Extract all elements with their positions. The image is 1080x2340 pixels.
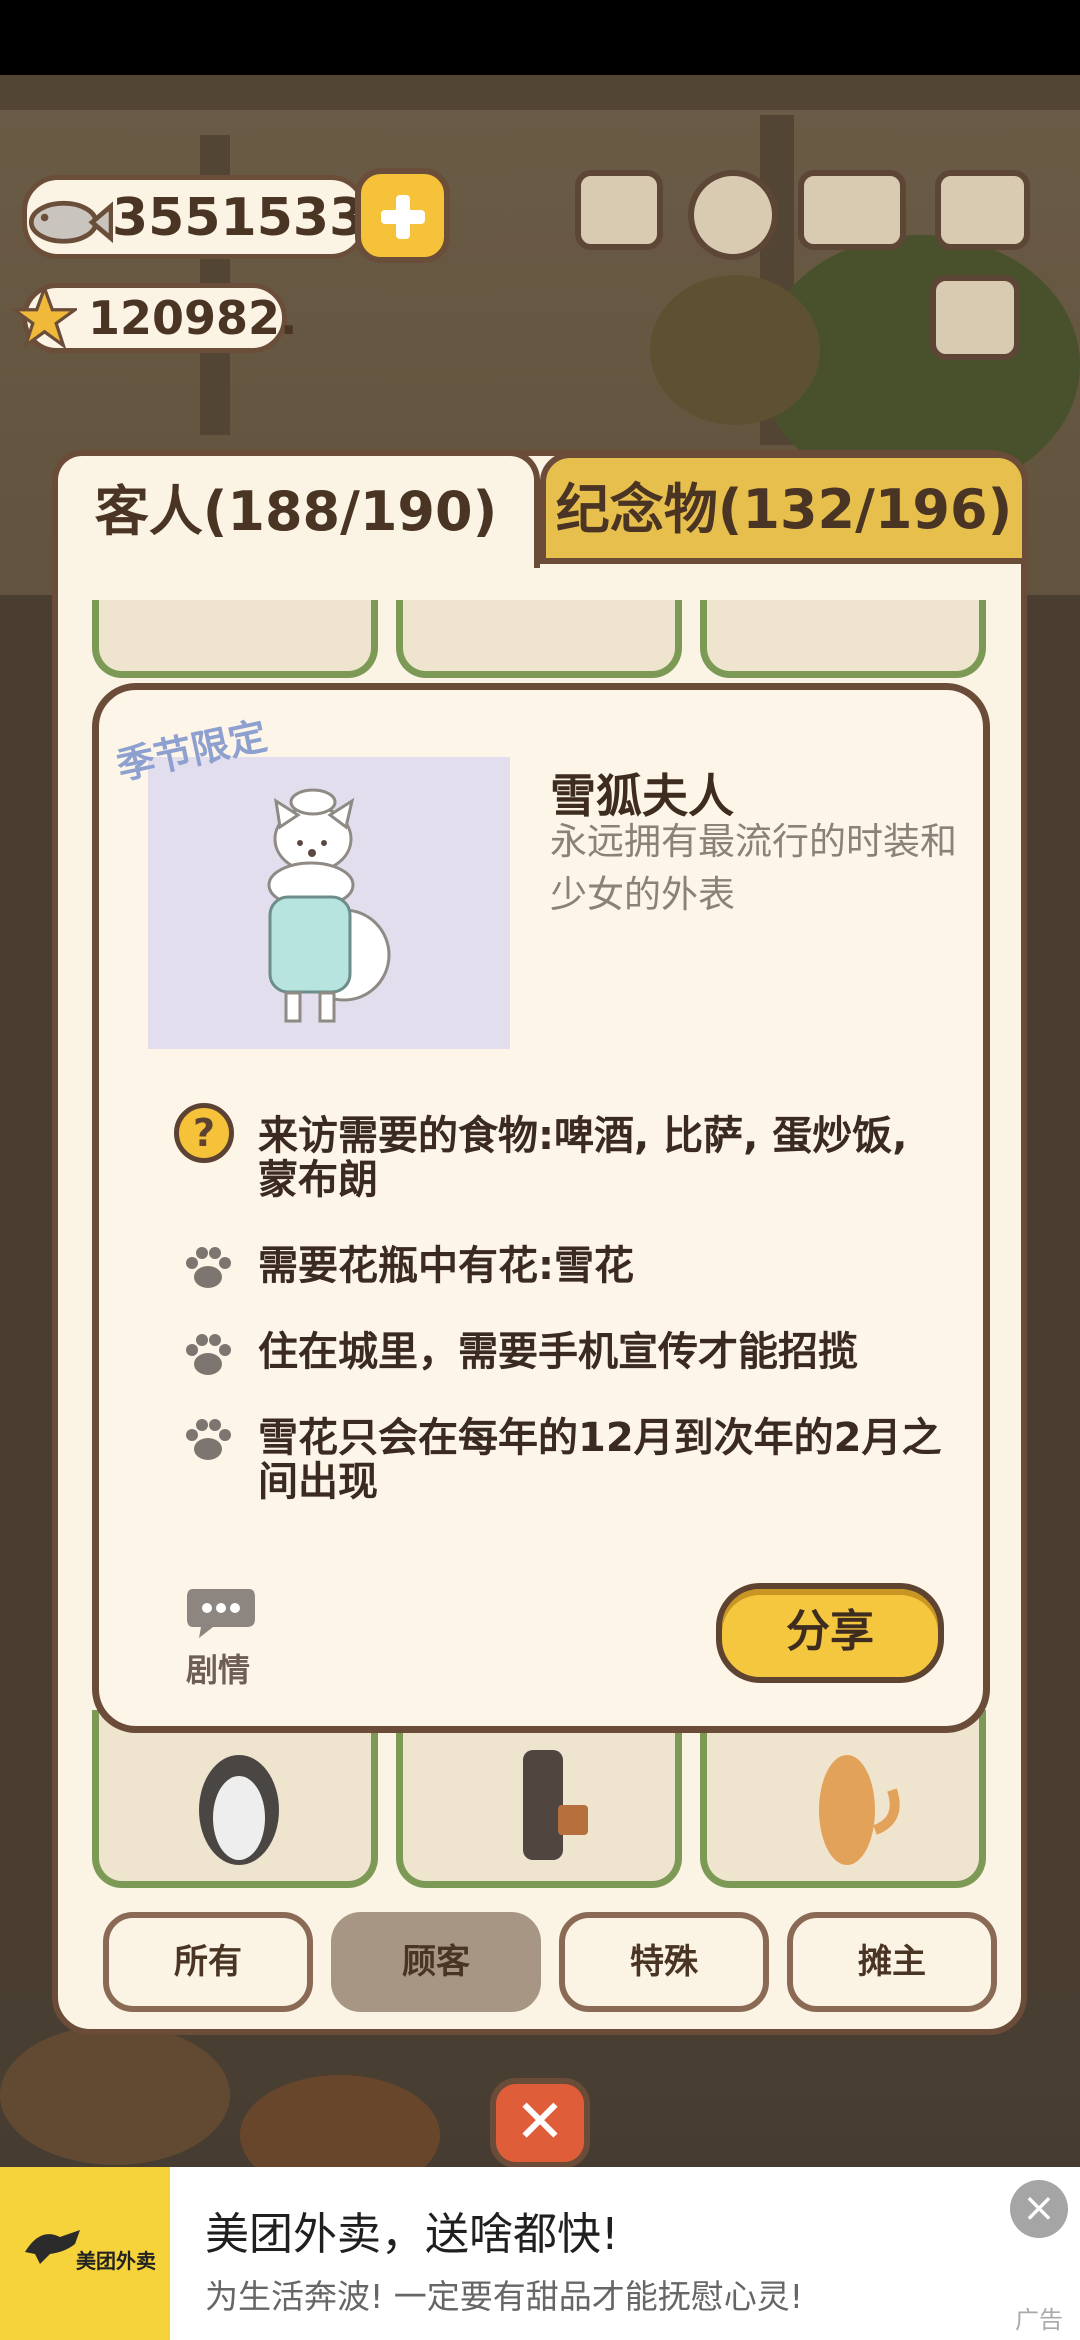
story-label[interactable]: 剧情 <box>186 1645 250 1691</box>
requirement-flower: 需要花瓶中有花:雪花 <box>258 1243 634 1289</box>
guest-card[interactable] <box>92 600 378 678</box>
paw-icon <box>186 1334 231 1375</box>
guest-card[interactable] <box>396 600 682 678</box>
ad-title[interactable]: 美团外卖，送啥都快! <box>205 2198 619 2262</box>
filter-special-button[interactable]: 特殊 <box>559 1912 769 2012</box>
guest-card-cat[interactable] <box>700 1710 986 1888</box>
status-bar <box>0 0 1080 75</box>
fish-count: 3551533 <box>112 188 366 248</box>
story-speech-bubble-icon[interactable] <box>185 1585 257 1640</box>
filter-vendor-button[interactable]: 摊主 <box>787 1912 997 2012</box>
ad-brand: 美团外卖 <box>76 2249 156 2273</box>
ad-label: 广告 <box>1015 2306 1063 2334</box>
requirement-city: 住在城里，需要手机宣传才能招揽 <box>258 1329 858 1375</box>
camera-icon[interactable] <box>935 170 1030 250</box>
book-icon[interactable] <box>798 170 906 250</box>
requirement-food: 来访需要的食物:啤酒, 比萨, 蛋炒饭, 蒙布朗 <box>258 1113 908 1203</box>
filter-all-button[interactable]: 所有 <box>103 1912 313 2012</box>
ad-subtitle[interactable]: 为生活奔波! 一定要有甜品才能抚慰心灵! <box>205 2270 803 2318</box>
tab-guests[interactable]: 客人(188/190) <box>52 450 540 568</box>
star-icon <box>12 285 77 350</box>
snow-fox-lady-illustration <box>267 788 391 1023</box>
penguin-character-icon <box>199 1755 279 1865</box>
character-description: 永远拥有最流行的时装和少女的外表 <box>550 820 957 916</box>
guest-card-fox-suit[interactable] <box>396 1710 682 1888</box>
leaderboard-icon[interactable] <box>575 170 663 250</box>
paw-icon <box>186 1419 231 1460</box>
share-button[interactable]: 分享 <box>716 1583 944 1683</box>
guest-card-penguin[interactable] <box>92 1710 378 1888</box>
tabby-cat-character-icon <box>819 1755 900 1865</box>
gear-icon[interactable] <box>688 170 778 260</box>
question-icon: ? <box>174 1103 234 1163</box>
filter-customer-button[interactable]: 顾客 <box>331 1912 541 2012</box>
fish-icon <box>28 200 113 244</box>
add-currency-button[interactable] <box>355 168 450 263</box>
requirement-season: 雪花只会在每年的12月到次年的2月之间出现 <box>258 1415 942 1505</box>
newspaper-icon[interactable] <box>930 275 1020 360</box>
character-portrait <box>148 757 510 1049</box>
star-count: 120982. <box>88 291 298 345</box>
guest-card[interactable] <box>700 600 986 678</box>
paw-icon <box>186 1247 231 1288</box>
fox-in-suit-character-icon <box>523 1750 588 1860</box>
tab-souvenirs[interactable]: 纪念物(132/196) <box>540 452 1028 564</box>
ad-close-button[interactable]: × <box>1010 2180 1068 2238</box>
meituan-logo[interactable]: 美团外卖 <box>0 2167 170 2340</box>
close-button[interactable]: ✕ <box>490 2078 590 2168</box>
